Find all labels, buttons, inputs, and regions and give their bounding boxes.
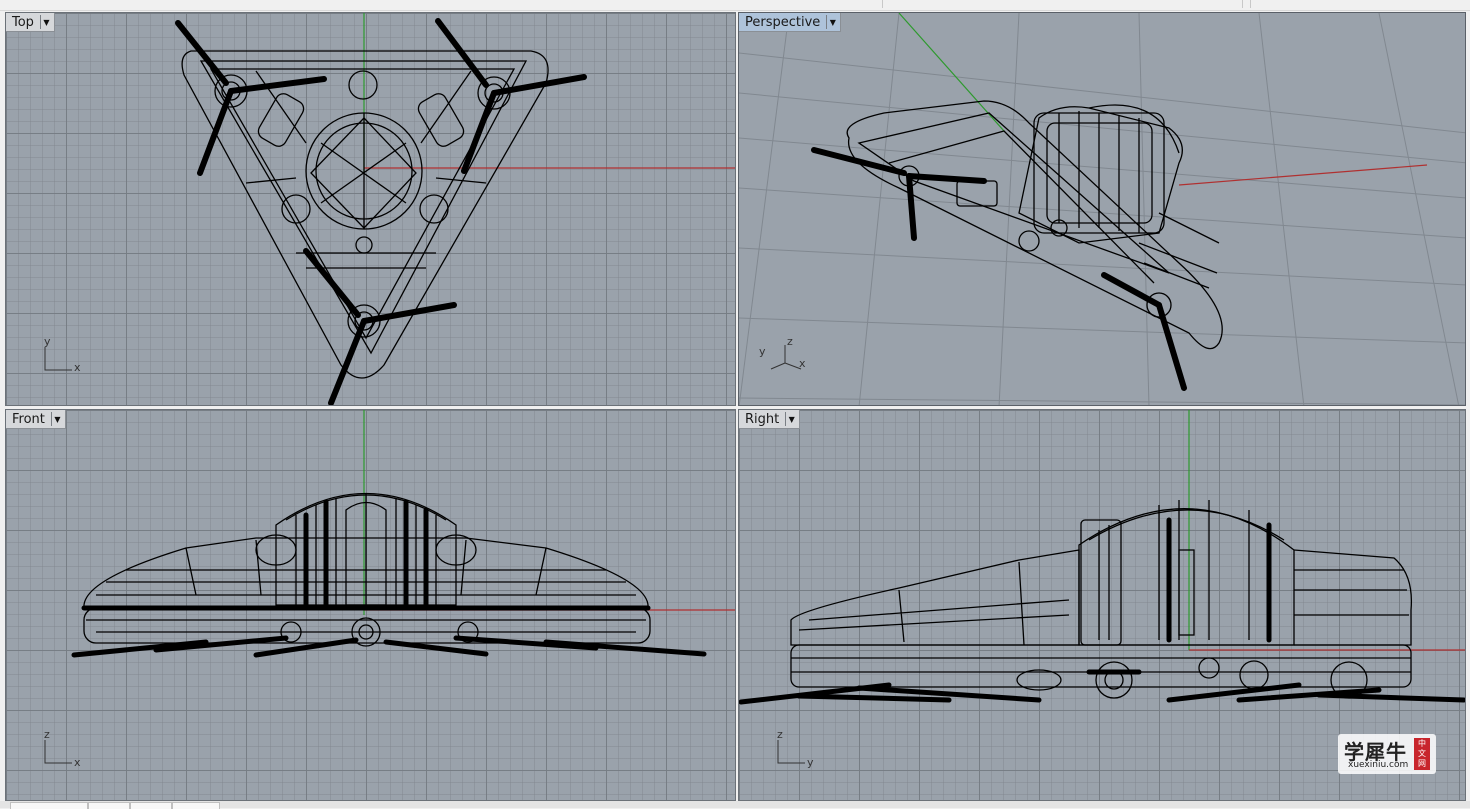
chevron-down-icon[interactable]: ▼ — [39, 15, 52, 29]
viewport-tab-perspective[interactable]: Perspective ▼ — [739, 13, 842, 32]
watermark-logo: 学犀牛 xuexiniu.com 中 文 网 — [1338, 734, 1436, 774]
top-toolbar-strip — [0, 0, 1470, 11]
viewport-front[interactable]: Front ▼ z x — [5, 409, 736, 801]
watermark-url: xuexiniu.com — [1348, 760, 1409, 770]
axis-label-y: y — [759, 345, 766, 358]
toolbar-divider — [1250, 0, 1251, 8]
viewport-perspective[interactable]: Perspective ▼ z y x — [738, 12, 1466, 406]
front-view-wireframe — [71, 410, 735, 658]
viewport-tab-front[interactable]: Front ▼ — [6, 410, 66, 429]
viewport-tabs-bar — [0, 801, 1470, 809]
axis-gizmo — [44, 740, 72, 764]
viewport-title: Front — [12, 411, 45, 427]
axis-gizmo — [770, 345, 802, 370]
viewport-tab-top[interactable]: Top ▼ — [6, 13, 55, 32]
perspective-grid — [739, 13, 1465, 405]
top-view-wireframe — [175, 13, 735, 405]
axis-gizmo — [777, 740, 805, 764]
chevron-down-icon[interactable]: ▼ — [50, 412, 63, 426]
viewport-top[interactable]: Top ▼ y x — [5, 12, 736, 406]
viewport-tab-right[interactable]: Right ▼ — [739, 410, 801, 429]
axis-gizmo — [44, 347, 72, 371]
watermark-badge: 中 文 网 — [1414, 738, 1430, 770]
chevron-down-icon[interactable]: ▼ — [826, 15, 838, 29]
chevron-down-icon[interactable]: ▼ — [785, 412, 797, 426]
viewport-title: Top — [12, 14, 34, 30]
toolbar-divider — [882, 0, 883, 8]
toolbar-divider — [1242, 0, 1243, 8]
viewport-title: Perspective — [745, 14, 821, 30]
viewport-title: Right — [745, 411, 780, 427]
